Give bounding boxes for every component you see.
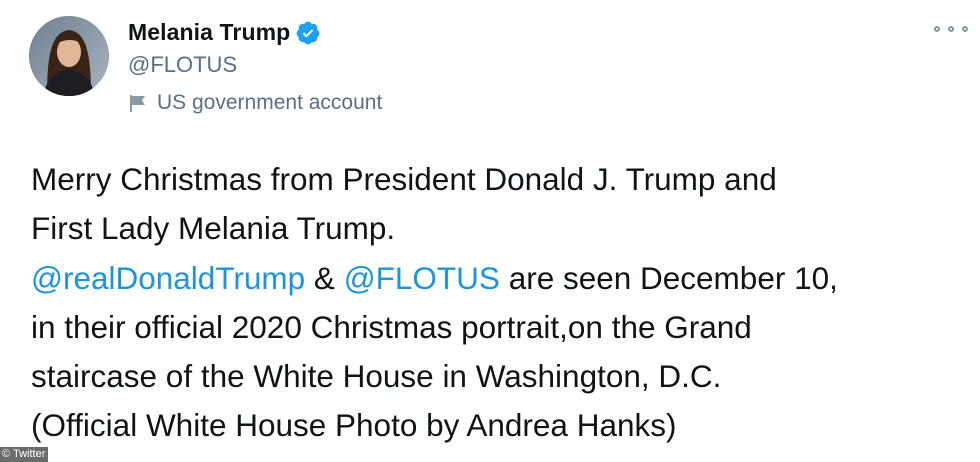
image-credit: © Twitter xyxy=(0,447,49,462)
user-handle[interactable]: @FLOTUS xyxy=(128,52,237,78)
mention-flotus-link[interactable]: @FLOTUS xyxy=(344,260,500,296)
tweet-line-4: in their official 2020 Christmas portrai… xyxy=(31,308,752,345)
tweet-line-1: Merry Christmas from President Donald J.… xyxy=(31,161,777,197)
more-options-icon[interactable] xyxy=(934,22,968,36)
avatar-image xyxy=(29,16,109,96)
verified-badge-icon xyxy=(295,20,321,46)
government-flag-icon xyxy=(128,93,148,113)
tweet-text: Merry Christmas from President Donald J.… xyxy=(31,155,961,451)
profile-avatar[interactable] xyxy=(29,16,109,96)
tweet-line-3: @realDonaldTrump & @FLOTUS are seen Dece… xyxy=(31,254,961,303)
tweet-line-6: (Official White House Photo by Andrea Ha… xyxy=(31,407,677,444)
tweet-line-2: First Lady Melania Trump. xyxy=(31,210,396,247)
government-account-text: US government account xyxy=(157,91,383,114)
dot xyxy=(934,26,940,32)
ampersand-text: & xyxy=(305,259,344,296)
dot xyxy=(948,26,954,32)
name-row: Melania Trump xyxy=(128,19,321,46)
mention-realdonaldtrump-link[interactable]: @realDonaldTrump xyxy=(31,260,305,296)
display-name[interactable]: Melania Trump xyxy=(128,19,290,46)
tweet-line-3-rest: are seen December 10, xyxy=(499,259,838,296)
dot xyxy=(962,26,968,32)
government-account-label: US government account xyxy=(128,91,382,115)
tweet-line-5: staircase of the White House in Washingt… xyxy=(31,358,722,395)
